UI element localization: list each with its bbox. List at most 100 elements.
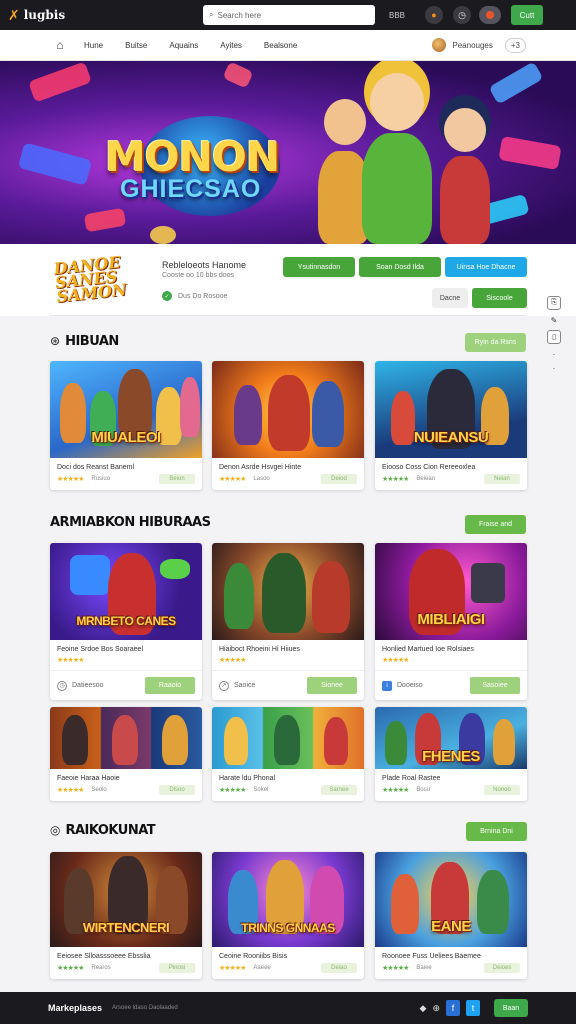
card-tag[interactable]: Deiao <box>321 963 357 973</box>
info-button-1[interactable]: Ysutinnasdon <box>283 257 355 277</box>
game-logo[interactable]: DANOE SANES SAMON <box>53 252 139 306</box>
card-title: Honlied Martued Ioe Rolsiaes <box>382 646 474 653</box>
apple-icon[interactable]: ◆ <box>420 1003 427 1014</box>
figure <box>312 561 350 633</box>
game-card[interactable]: TRINNS GNNAAS Ceoine Rooniibs Bisis ★★★★… <box>212 852 364 979</box>
figure <box>224 717 248 765</box>
game-thumbnail: EANE <box>375 852 527 947</box>
card-rating-text: Beiean <box>416 476 436 482</box>
info-button-4[interactable]: Dacne <box>432 288 468 308</box>
globe-icon[interactable]: ⊕ <box>432 1003 440 1014</box>
search-input[interactable]: ⌕ Search here <box>203 5 375 25</box>
home-icon[interactable]: ⌂ <box>50 36 70 54</box>
hero-title: MONON <box>105 133 280 181</box>
game-card[interactable]: Harate ldu Phonal ★★★★★ Sokel Sarnee <box>212 707 364 801</box>
card-actions: ↗ Saoice Sionee <box>212 670 364 700</box>
card-meta: ★★★★★ <box>50 653 202 670</box>
footer-brand[interactable]: Markeplases <box>48 1003 102 1013</box>
thumbnail-title: WIRTENCNERI <box>82 920 170 935</box>
card-title: Faeoie Haraa Haoie <box>57 775 120 782</box>
figure <box>70 555 110 595</box>
card-title: Denon Asrde Hsvgei Hinte <box>219 464 302 471</box>
star-rating-icon: ★★★★★ <box>57 965 84 972</box>
section-title: RAIKOKUNAT <box>65 822 156 838</box>
share-icon[interactable]: ⎘ <box>547 296 561 310</box>
footer-cta-button[interactable]: Baan <box>494 999 528 1017</box>
figure <box>324 717 348 765</box>
game-thumbnail <box>212 543 364 640</box>
info-button-3[interactable]: Uinsa Hoe Dhacne <box>445 257 527 277</box>
card-action-button[interactable]: Sionee <box>307 677 357 694</box>
info-icon: i <box>382 680 392 691</box>
nav-item-5[interactable]: Bealsone <box>264 41 297 50</box>
view-all-button[interactable]: Brnina Dni <box>466 822 527 841</box>
star-rating-icon: ★★★★★ <box>382 965 409 972</box>
view-all-button[interactable]: Fraise and <box>465 515 526 534</box>
card-meta: ★★★★★ Beiean Neian <box>375 471 527 490</box>
game-card[interactable]: MIUALEOI Doci dos Reanst Baneml ★★★★★ Ru… <box>50 361 202 490</box>
card-title: Plade Roal Rastee <box>382 775 441 782</box>
card-title: Eeiosee Slloasssoeee Ebsslia <box>57 953 151 960</box>
dot-icon[interactable]: · <box>547 364 561 373</box>
game-card[interactable]: Faeoie Haraa Haoie ★★★★★ Seolo Dlsoo <box>50 707 202 801</box>
nav-item-4[interactable]: Ayites <box>220 41 242 50</box>
account-count-badge[interactable]: +3 <box>504 37 526 53</box>
star-rating-icon: ★★★★★ <box>57 657 84 664</box>
game-card[interactable]: WIRTENCNERI Eeiosee Slloasssoeee Ebsslia… <box>50 852 202 979</box>
figure <box>234 385 262 445</box>
card-tag[interactable]: Deioes <box>484 963 520 973</box>
game-card[interactable]: Hiaiboct Rhoeini Hi Hiiues ★★★★★ ↗ Saoic… <box>212 543 364 700</box>
nav-item-2[interactable]: Buitse <box>125 41 147 50</box>
card-rating-text: Sokel <box>253 787 269 793</box>
game-thumbnail: NUIEANSU <box>375 361 527 458</box>
grid-menu-label[interactable]: BBB <box>389 11 415 20</box>
game-card[interactable]: FHENES Plade Roal Rastee ★★★★★ Bosu Nono… <box>375 707 527 801</box>
card-tag[interactable]: Beion <box>159 474 195 484</box>
card-title: Roonoee Fuss Ueliees Baemee <box>382 953 481 960</box>
nav-item-1[interactable]: Hune <box>84 41 103 50</box>
search-placeholder: Search here <box>217 10 262 20</box>
game-card[interactable]: MIBLIAIGI Honlied Martued Ioe Rolsiaes ★… <box>375 543 527 700</box>
dot-icon[interactable]: · <box>547 350 561 359</box>
hero-banner[interactable]: MONON GHIECSAO <box>0 61 576 244</box>
top-cta-button[interactable]: Cutt <box>511 5 543 25</box>
game-thumbnail <box>50 707 202 769</box>
twitter-icon[interactable]: t <box>466 1000 480 1016</box>
card-action-button[interactable]: Raaoio <box>145 677 195 694</box>
game-card[interactable]: NUIEANSU Eiooso Coss Cion Rereeoxlea ★★★… <box>375 361 527 490</box>
game-card[interactable]: Denon Asrde Hsvgei Hinte ★★★★★ Lasoo Dei… <box>212 361 364 490</box>
card-tag[interactable]: Nonoo <box>484 785 520 795</box>
info-button-2[interactable]: Soan Dosd Ilda <box>359 257 441 277</box>
hero-decoration <box>488 61 544 105</box>
game-card[interactable]: EANE Roonoee Fuss Ueliees Baemee ★★★★★ B… <box>375 852 527 979</box>
bookmark-icon[interactable]: ▯ <box>547 330 561 344</box>
card-tag[interactable]: Sarnee <box>321 785 357 795</box>
info-button-5[interactable]: Siscoole <box>472 288 527 308</box>
site-logo[interactable]: ✗ lugbis <box>8 7 158 24</box>
card-tag[interactable]: Deiod <box>321 474 357 484</box>
figure <box>224 563 254 629</box>
coin-icon[interactable]: ● <box>425 6 443 24</box>
card-tag[interactable]: Neian <box>484 474 520 484</box>
facebook-icon[interactable]: f <box>446 1000 460 1016</box>
card-tag[interactable]: Pinosi <box>159 963 195 973</box>
star-rating-icon: ★★★★★ <box>219 657 246 664</box>
edit-icon[interactable]: ✎ <box>547 316 561 325</box>
card-meta: ★★★★★ Rearos Pinosi <box>50 960 202 979</box>
card-tag[interactable]: Dlsoo <box>159 785 195 795</box>
account-menu[interactable]: Peanouges +3 <box>432 37 526 53</box>
nav-item-3[interactable]: Aquains <box>169 41 198 50</box>
section-heading: ◎ RAIKOKUNAT <box>50 820 156 840</box>
card-action-button[interactable]: Sasoiee <box>470 677 520 694</box>
figure <box>262 553 306 633</box>
view-all-button[interactable]: Ryin da Rsns <box>465 333 526 352</box>
check-icon: ✓ <box>162 291 172 301</box>
game-card[interactable]: MRNBETO CANES Feoine Srdoe Bos Soaraeel … <box>50 543 202 700</box>
card-actions: ◷ Datieesoo Raaoio <box>50 670 202 700</box>
clock-icon[interactable]: ◷ <box>453 6 471 24</box>
controller-icon: ⊛ <box>50 334 61 348</box>
card-action-label: Datieesoo <box>72 682 104 689</box>
star-rating-icon: ★★★★★ <box>57 787 84 794</box>
notification-avatar[interactable] <box>479 6 501 24</box>
share-icon: ↗ <box>219 680 229 691</box>
